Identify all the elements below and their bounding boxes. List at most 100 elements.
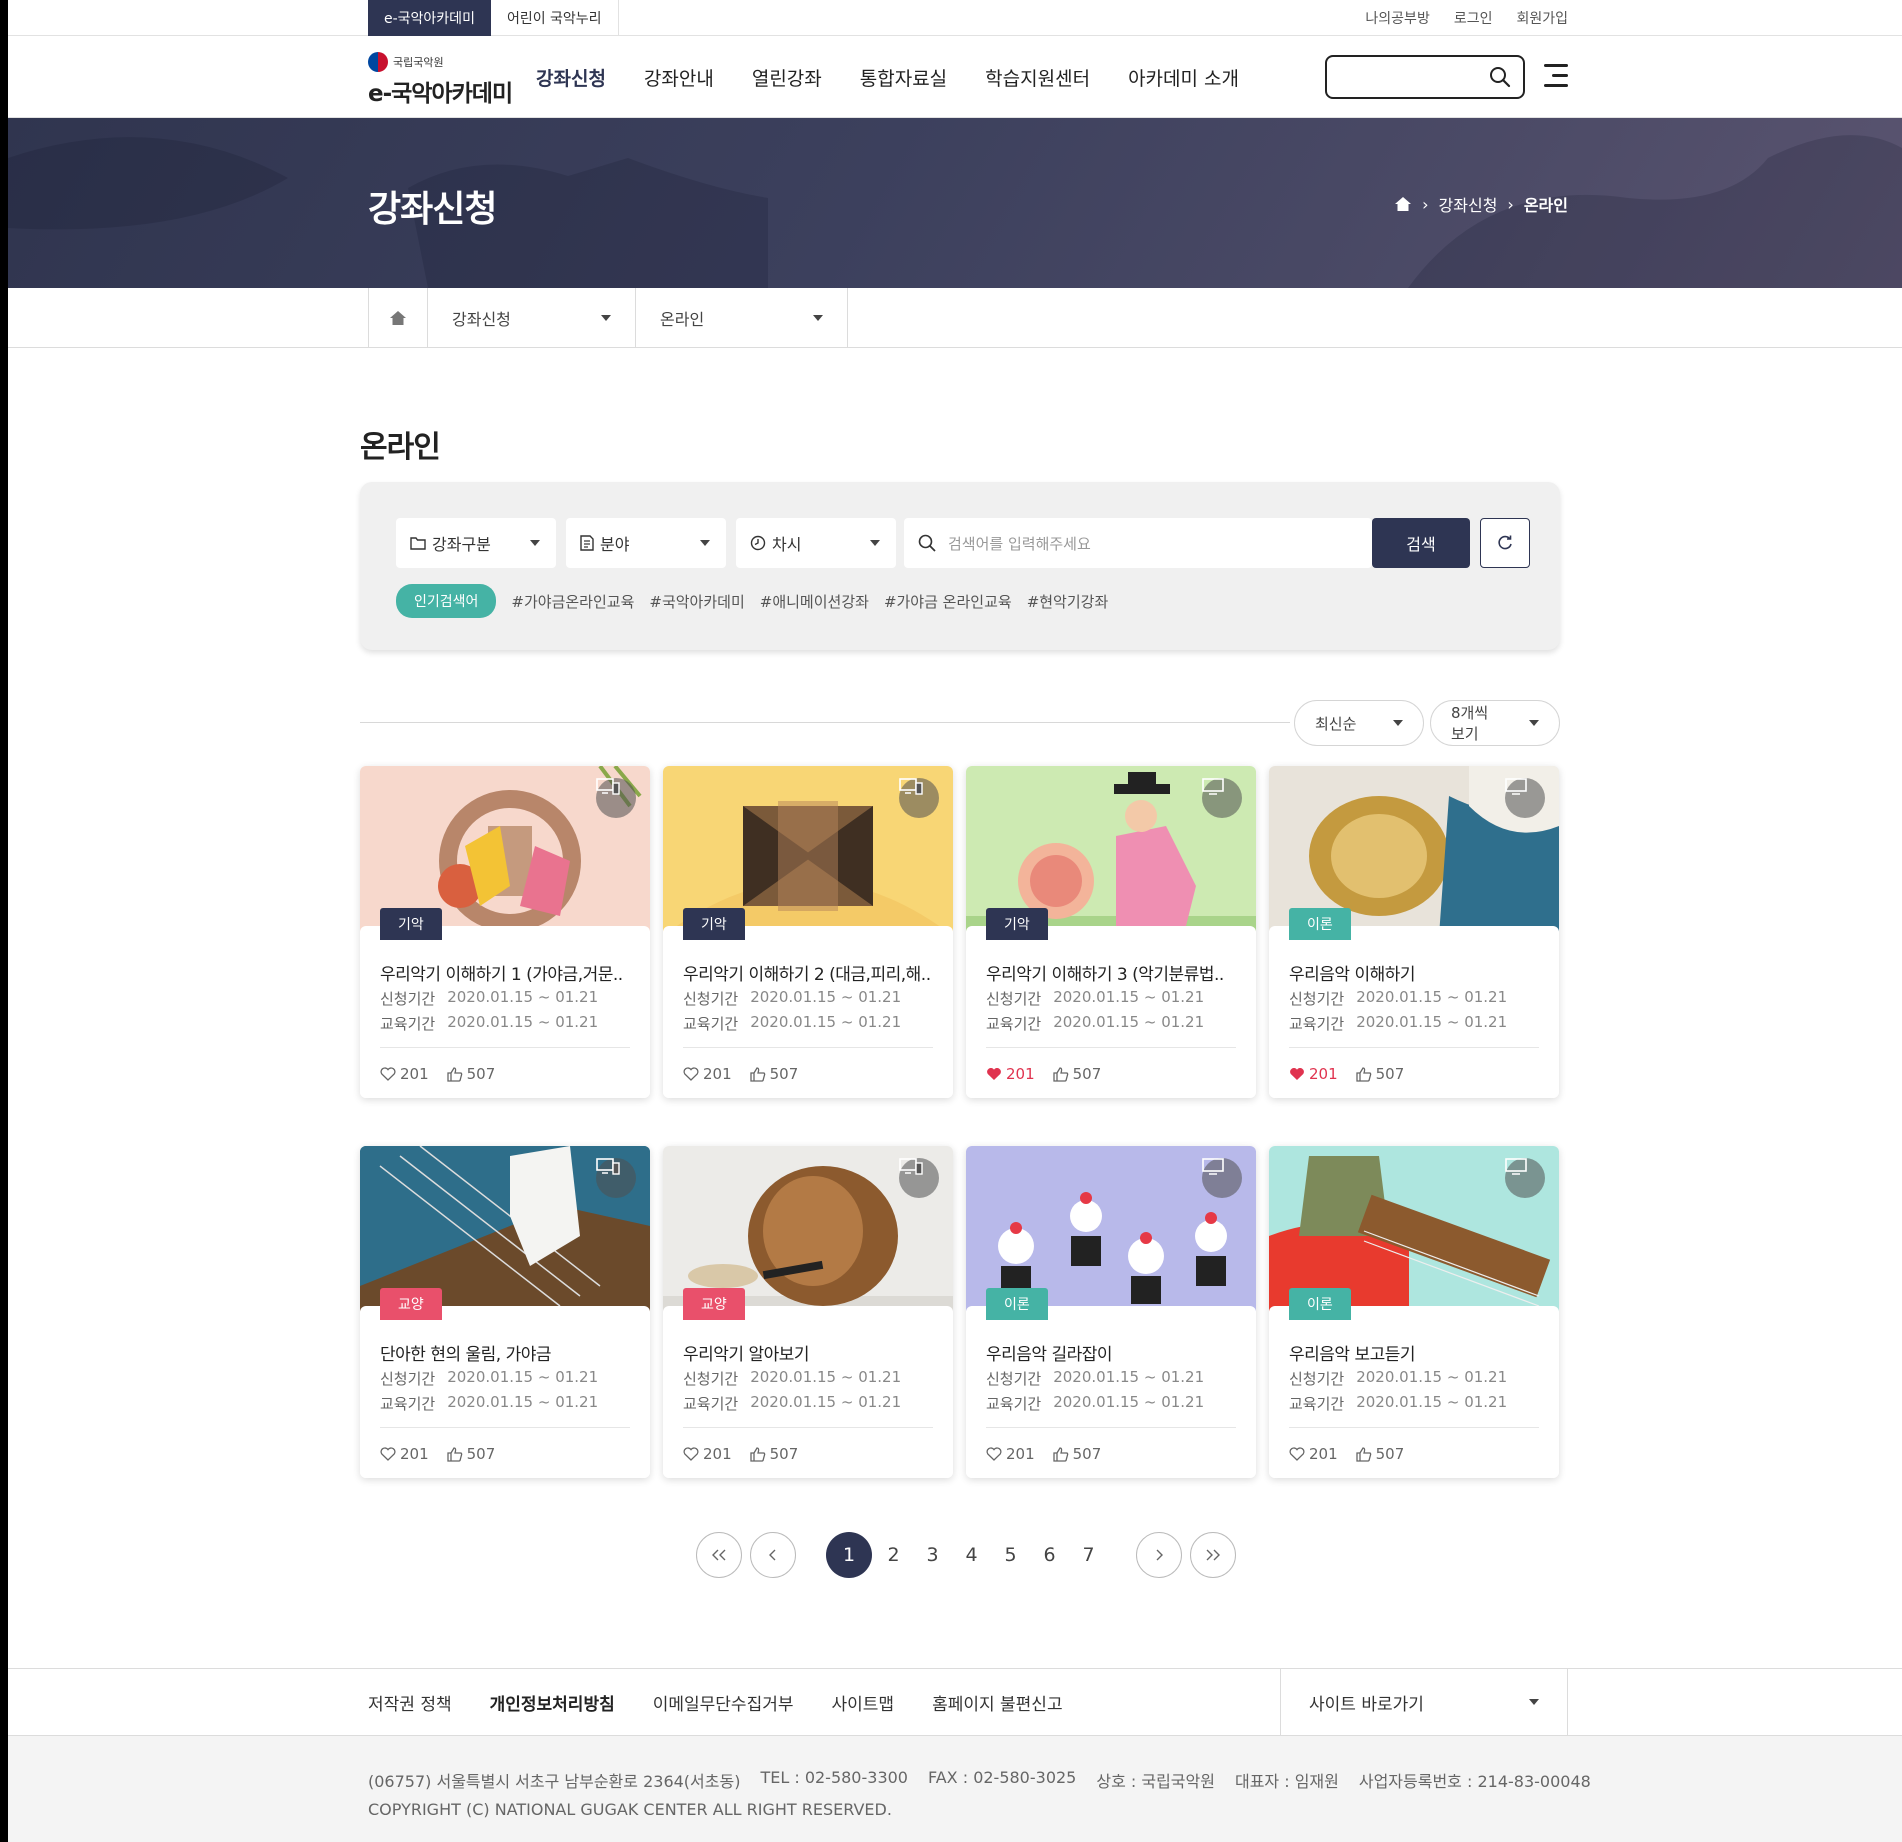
footer-link-report[interactable]: 홈페이지 불편신고 xyxy=(932,1690,1063,1715)
site-tab-academy[interactable]: e-국악아카데미 xyxy=(368,0,491,36)
heart-icon[interactable] xyxy=(986,1447,1002,1461)
footer-link-sitemap[interactable]: 사이트맵 xyxy=(832,1690,895,1715)
thumbs-up-icon xyxy=(1052,1066,1068,1082)
nav-item-guide[interactable]: 강좌안내 xyxy=(644,64,714,91)
page-number[interactable]: 3 xyxy=(913,1544,952,1566)
heart-icon[interactable] xyxy=(1289,1447,1305,1461)
recommend-stat[interactable]: 507 xyxy=(1355,1445,1404,1463)
heart-icon[interactable] xyxy=(683,1447,699,1461)
subnav-home-button[interactable] xyxy=(368,288,428,348)
filter-panel: 강좌구분 분야 차시 검색어를 입력해주세요 검색 인기검색어 #가야금온라인교… xyxy=(360,482,1560,650)
popular-tag[interactable]: #현악기강좌 xyxy=(1027,591,1109,612)
subnav-select-menu[interactable]: 강좌신청 xyxy=(428,288,636,348)
course-title[interactable]: 우리음악 보고듣기 xyxy=(1289,1340,1539,1365)
nav-item-archive[interactable]: 통합자료실 xyxy=(860,64,947,91)
site-tab-kids[interactable]: 어린이 국악누리 xyxy=(491,0,619,36)
first-page-button[interactable] xyxy=(696,1532,742,1578)
heart-filled-icon[interactable] xyxy=(986,1067,1002,1081)
footer-link-copyright[interactable]: 저작권 정책 xyxy=(368,1690,452,1715)
course-title[interactable]: 단아한 현의 울림, 가야금 xyxy=(380,1340,630,1365)
home-icon[interactable] xyxy=(1394,196,1412,212)
course-title[interactable]: 우리악기 이해하기 1 (가야금,거문.. xyxy=(380,960,630,985)
session-select[interactable]: 차시 xyxy=(736,518,896,568)
recommend-stat[interactable]: 507 xyxy=(1355,1065,1404,1083)
edu-period-value: 2020.01.15 ~ 01.21 xyxy=(750,1393,902,1411)
like-stat[interactable]: 201 xyxy=(380,1065,429,1083)
course-card[interactable]: 기악 우리악기 이해하기 2 (대금,피리,해.. 신청기간 2020.01.15 ~… xyxy=(663,766,953,1098)
breadcrumb-item-apply[interactable]: 강좌신청 xyxy=(1439,192,1498,216)
page-number[interactable]: 5 xyxy=(991,1544,1030,1566)
nav-item-support[interactable]: 학습지원센터 xyxy=(985,64,1090,91)
course-card[interactable]: 이론 우리음악 보고듣기 신청기간 2020.01.15 ~ 01.21 교육기간 202… xyxy=(1269,1146,1559,1478)
course-title[interactable]: 우리악기 이해하기 2 (대금,피리,해.. xyxy=(683,960,933,985)
login-link[interactable]: 로그인 xyxy=(1454,8,1493,28)
course-card[interactable]: 교양 단아한 현의 울림, 가야금 신청기간 2020.01.15 ~ 01.21 교육… xyxy=(360,1146,650,1478)
heart-icon[interactable] xyxy=(683,1067,699,1081)
page-number[interactable]: 2 xyxy=(874,1544,913,1566)
like-stat[interactable]: 201 xyxy=(1289,1445,1338,1463)
course-title[interactable]: 우리악기 알아보기 xyxy=(683,1340,933,1365)
search-button[interactable]: 검색 xyxy=(1372,518,1470,568)
page-number[interactable]: 4 xyxy=(952,1544,991,1566)
chevron-right-icon: › xyxy=(1507,194,1514,214)
course-title[interactable]: 우리악기 이해하기 3 (악기분류법.. xyxy=(986,960,1236,985)
heart-filled-icon[interactable] xyxy=(1289,1067,1305,1081)
footer-link-email[interactable]: 이메일무단수집거부 xyxy=(653,1690,794,1715)
footer-link-privacy[interactable]: 개인정보처리방침 xyxy=(490,1690,615,1715)
recommend-stat[interactable]: 507 xyxy=(749,1445,798,1463)
popular-tag[interactable]: #가야금온라인교육 xyxy=(511,591,634,612)
reset-button[interactable] xyxy=(1480,518,1530,568)
prev-page-button[interactable] xyxy=(750,1532,796,1578)
like-stat[interactable]: 201 xyxy=(683,1445,732,1463)
keyword-search-input[interactable]: 검색어를 입력해주세요 xyxy=(904,518,1372,568)
field-select[interactable]: 분야 xyxy=(566,518,726,568)
heart-icon[interactable] xyxy=(380,1067,396,1081)
course-type-select[interactable]: 강좌구분 xyxy=(396,518,556,568)
recommend-stat[interactable]: 507 xyxy=(1052,1065,1101,1083)
site-shortcut-select[interactable]: 사이트 바로가기 xyxy=(1280,1669,1568,1735)
recommend-stat[interactable]: 507 xyxy=(446,1445,495,1463)
course-card[interactable]: 이론 우리음악 길라잡이 신청기간 2020.01.15 ~ 01.21 교육기간 202… xyxy=(966,1146,1256,1478)
popular-keywords: 인기검색어 #가야금온라인교육 #국악아카데미 #애니메이션강좌 #가야금 온라… xyxy=(396,584,1108,618)
header-search-input[interactable] xyxy=(1325,55,1525,99)
nav-item-open[interactable]: 열린강좌 xyxy=(752,64,822,91)
logo[interactable]: 국립국악원 e-국악아카데미 xyxy=(368,52,518,108)
next-page-button[interactable] xyxy=(1136,1532,1182,1578)
recommend-stat[interactable]: 507 xyxy=(446,1065,495,1083)
like-stat[interactable]: 201 xyxy=(380,1445,429,1463)
page-number-current[interactable]: 1 xyxy=(826,1532,872,1578)
course-card[interactable]: 교양 우리악기 알아보기 신청기간 2020.01.15 ~ 01.21 교육기간 202… xyxy=(663,1146,953,1478)
like-stat[interactable]: 201 xyxy=(683,1065,732,1083)
my-study-link[interactable]: 나의공부방 xyxy=(1365,8,1429,28)
search-icon[interactable] xyxy=(1489,66,1511,88)
device-badge xyxy=(1202,1158,1242,1198)
course-card[interactable]: 이론 우리음악 이해하기 신청기간 2020.01.15 ~ 01.21 교육기간 202… xyxy=(1269,766,1559,1098)
heart-icon[interactable] xyxy=(380,1447,396,1461)
last-page-button[interactable] xyxy=(1190,1532,1236,1578)
breadcrumb-current: 온라인 xyxy=(1523,196,1568,215)
recommend-stat[interactable]: 507 xyxy=(749,1065,798,1083)
menu-icon[interactable] xyxy=(1544,64,1568,88)
main-nav: 강좌신청 강좌안내 열린강좌 통합자료실 학습지원센터 아카데미 소개 xyxy=(536,36,1239,118)
like-stat[interactable]: 201 xyxy=(986,1065,1035,1083)
popular-tag[interactable]: #애니메이션강좌 xyxy=(760,591,869,612)
course-title[interactable]: 우리음악 이해하기 xyxy=(1289,960,1539,985)
signup-link[interactable]: 회원가입 xyxy=(1516,8,1568,28)
page-number[interactable]: 6 xyxy=(1030,1544,1069,1566)
course-card[interactable]: 기악 우리악기 이해하기 3 (악기분류법.. 신청기간 2020.01.15 ~ 0… xyxy=(966,766,1256,1098)
recommend-stat[interactable]: 507 xyxy=(1052,1445,1101,1463)
nav-item-apply[interactable]: 강좌신청 xyxy=(536,64,606,91)
popular-tag[interactable]: #가야금 온라인교육 xyxy=(884,591,1012,612)
caret-down-icon xyxy=(870,540,880,546)
per-page-select[interactable]: 8개씩 보기 xyxy=(1430,700,1560,746)
like-stat[interactable]: 201 xyxy=(1289,1065,1338,1083)
nav-item-about[interactable]: 아카데미 소개 xyxy=(1128,64,1239,91)
subnav-select-submenu[interactable]: 온라인 xyxy=(636,288,848,348)
course-card[interactable]: 기악 우리악기 이해하기 1 (가야금,거문.. 신청기간 2020.01.15 ~ … xyxy=(360,766,650,1098)
caret-down-icon xyxy=(700,540,710,546)
sort-order-select[interactable]: 최신순 xyxy=(1294,700,1424,746)
course-title[interactable]: 우리음악 길라잡이 xyxy=(986,1340,1236,1365)
page-number[interactable]: 7 xyxy=(1069,1544,1108,1566)
like-stat[interactable]: 201 xyxy=(986,1445,1035,1463)
popular-tag[interactable]: #국악아카데미 xyxy=(649,591,744,612)
